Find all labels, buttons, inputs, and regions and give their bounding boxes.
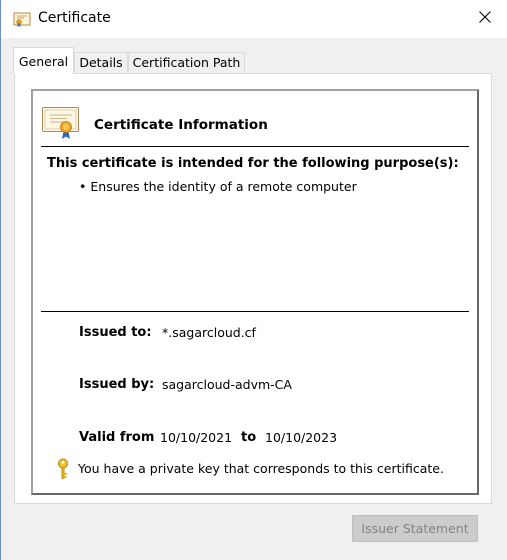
bullet: • (79, 179, 87, 194)
certificate-icon (13, 10, 31, 28)
purpose-text: Ensures the identity of a remote compute… (90, 179, 357, 194)
tab-general[interactable]: General (13, 47, 74, 74)
valid-from-value: 10/10/2021 (160, 430, 233, 445)
title-bar[interactable]: Certificate (1, 0, 507, 38)
tab-label: Details (79, 55, 123, 70)
divider (41, 146, 469, 147)
purpose-list-item: • Ensures the identity of a remote comput… (79, 179, 357, 194)
issuer-statement-button[interactable]: Issuer Statement (352, 515, 478, 542)
valid-from-label: Valid from (79, 430, 155, 445)
valid-to-label: to (241, 430, 257, 445)
valid-to-value: 10/10/2023 (265, 430, 338, 445)
key-icon (56, 458, 70, 480)
tab-label: Certification Path (132, 55, 241, 70)
window-title: Certificate (38, 10, 111, 26)
purpose-heading: This certificate is intended for the fol… (47, 156, 459, 171)
certificate-information-heading: Certificate Information (94, 117, 268, 133)
certificate-dialog: Certificate General Details Certificatio… (0, 0, 507, 560)
close-icon (479, 10, 491, 26)
tab-label: General (18, 53, 69, 69)
private-key-note: You have a private key that corresponds … (78, 461, 444, 476)
divider (41, 311, 469, 312)
issued-by-label: Issued by: (79, 377, 155, 392)
tab-details[interactable]: Details (74, 52, 128, 72)
tab-certification-path[interactable]: Certification Path (128, 52, 245, 72)
issued-by-value[interactable]: sagarcloud-advm-CA (162, 377, 292, 392)
issued-to-label: Issued to: (79, 325, 152, 340)
issued-to-value[interactable]: *.sagarcloud.cf (162, 325, 256, 340)
certificate-icon (41, 104, 81, 140)
close-button[interactable] (462, 0, 507, 36)
